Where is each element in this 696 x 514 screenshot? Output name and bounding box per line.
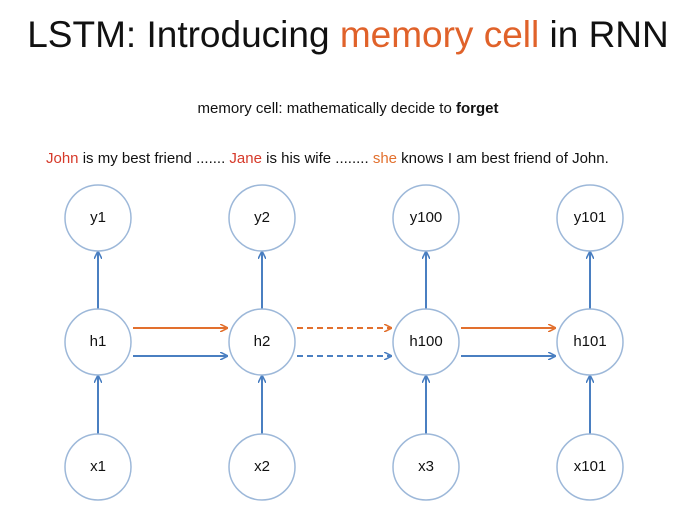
y-node-label: y100 (410, 209, 443, 226)
x-node-label: x3 (418, 458, 434, 475)
rnn-diagram: y1 h1 x1 y2 h2 x2 y100 h100 x3 y101 h101 x101 (64, 184, 624, 501)
x-node-label: x1 (90, 458, 106, 475)
x-node-label: x2 (254, 458, 270, 475)
h-node-label: h1 (90, 333, 107, 350)
y-node-label: y1 (90, 209, 106, 226)
h-node-label: h100 (409, 333, 442, 350)
x-node-label: x101 (574, 458, 607, 475)
y-node-label: y2 (254, 209, 270, 226)
h-node-label: h2 (254, 333, 271, 350)
h-node-label: h101 (573, 333, 606, 350)
y-node-label: y101 (574, 209, 607, 226)
